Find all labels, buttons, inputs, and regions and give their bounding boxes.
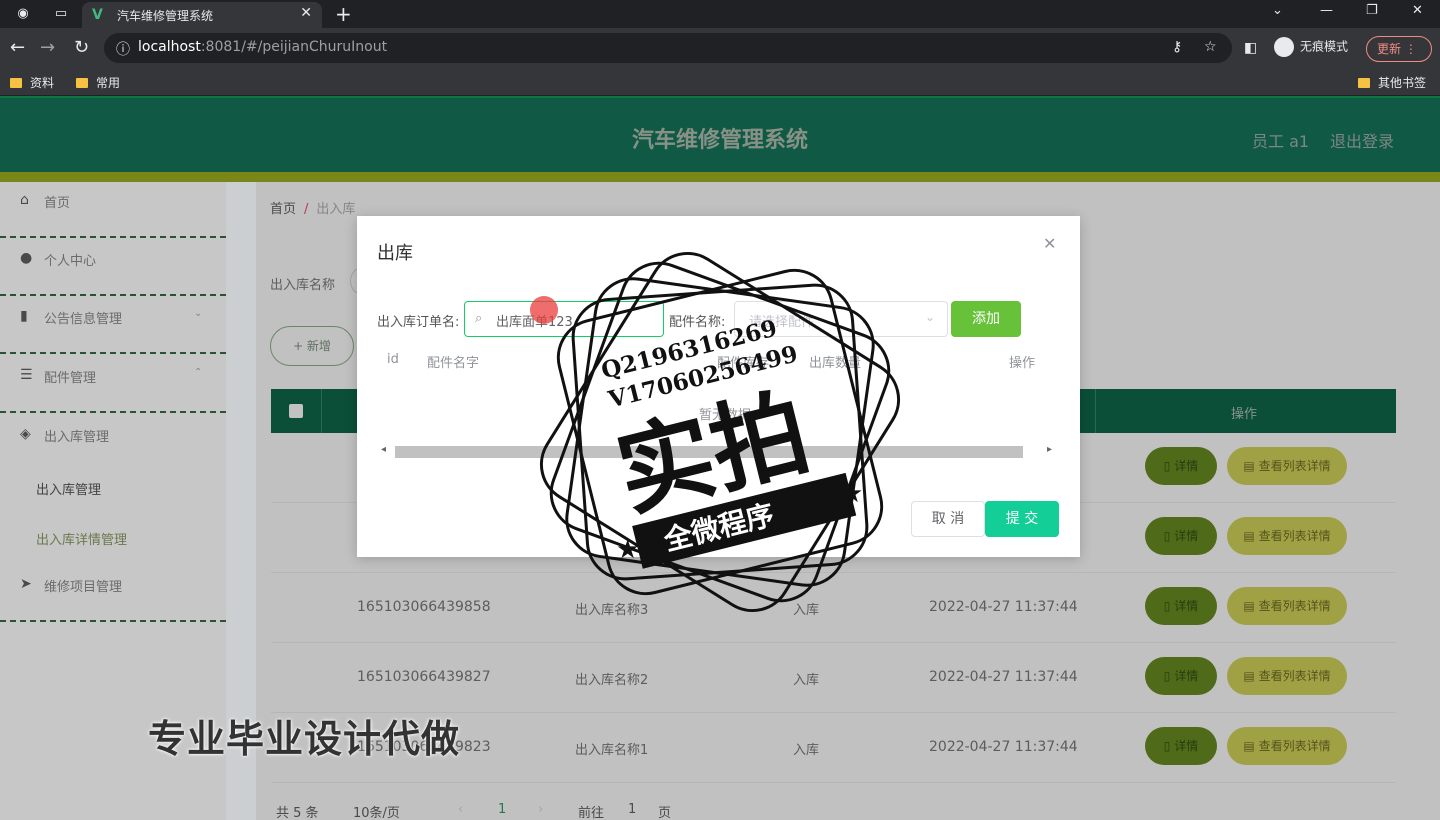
incognito-icon [1274,37,1294,57]
column-operations: 操作 [1009,356,1036,371]
forward-icon[interactable]: → [40,38,55,58]
order-name-label: 出入库订单名: [377,315,460,330]
browser-tab-active[interactable]: V 汽车维修管理系统 ✕ [82,2,322,28]
star-icon[interactable]: ☆ [1204,39,1217,55]
scroll-right-icon[interactable]: ▸ [1047,444,1052,455]
folder-icon [10,78,22,88]
tab-overview-icon[interactable]: ▭ [52,5,70,23]
browser-tab-title: 汽车维修管理系统 [117,9,214,23]
close-window-icon[interactable]: ✕ [1412,3,1423,18]
folder-icon [1358,78,1370,88]
close-tab-icon[interactable]: ✕ [300,5,312,21]
vue-logo-icon: V [92,7,103,23]
bookmarks-bar: 资料 常用 其他书签 [0,68,1440,96]
star-icon: ★ [616,535,639,565]
key-icon[interactable]: ⚷ [1172,39,1182,55]
minimize-icon[interactable]: — [1320,3,1333,18]
column-id: id [387,352,399,367]
bookmark-ziliao[interactable]: 资料 [10,74,54,91]
address-bar[interactable]: ⓘ localhost:8081/#/peijianChuruInout ⚷ ☆ [104,33,1232,63]
incognito-indicator[interactable]: 无痕模式 [1274,37,1348,57]
scroll-left-icon[interactable]: ◂ [381,444,386,455]
search-icon: ⌕ [475,311,483,326]
cursor-highlight [530,296,558,324]
column-part-name: 配件名字 [427,356,480,371]
globe-icon[interactable]: ◉ [14,5,32,23]
dialog-title: 出库 [377,243,413,264]
info-icon[interactable]: ⓘ [116,39,130,59]
sidebar-icon[interactable]: ◧ [1244,38,1257,58]
maximize-icon[interactable]: ❐ [1366,3,1378,18]
new-tab-icon[interactable]: + [335,2,352,26]
watermark-stamp: Q2196316269 V17060256499 实拍 全微程序 ★ ★ [539,251,901,613]
update-button[interactable]: 更新 ⋮ [1366,36,1432,62]
browser-toolbar: ← → ↻ ⓘ localhost:8081/#/peijianChuruIno… [0,28,1440,68]
close-icon[interactable]: ✕ [1043,234,1056,253]
back-icon[interactable]: ← [10,38,25,58]
browser-tab-bar: ◉ ▭ V 汽车维修管理系统 ✕ + ⌄ — ❐ ✕ [0,0,1440,28]
cancel-button[interactable]: 取 消 [911,501,985,537]
bookmark-other[interactable]: 其他书签 [1358,74,1426,91]
promo-text: 专业毕业设计代做 [148,717,461,761]
star-icon: ★ [840,479,863,509]
bookmark-changyong[interactable]: 常用 [76,74,120,91]
add-part-button[interactable]: 添加 [951,301,1021,337]
folder-icon [76,78,88,88]
submit-button[interactable]: 提 交 [985,501,1059,537]
reload-icon[interactable]: ↻ [74,38,89,58]
chevron-down-icon[interactable]: ⌄ [1272,3,1283,18]
chevron-down-icon: ⌄ [925,310,936,324]
url-text: localhost:8081/#/peijianChuruInout [138,39,388,55]
